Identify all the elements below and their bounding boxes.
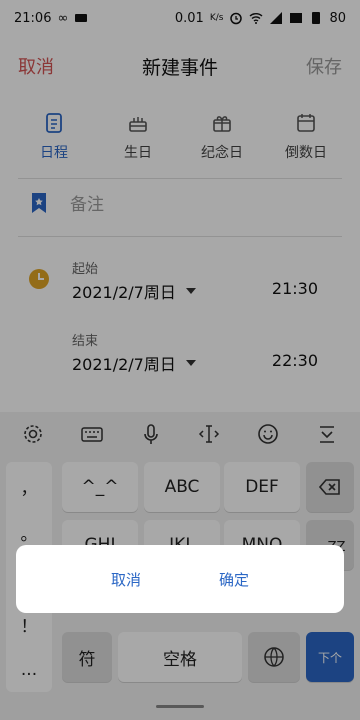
dialog-confirm-button[interactable]: 确定 <box>215 561 253 598</box>
dialog-cancel-button[interactable]: 取消 <box>107 561 145 598</box>
confirm-dialog: 取消 确定 <box>16 545 344 613</box>
